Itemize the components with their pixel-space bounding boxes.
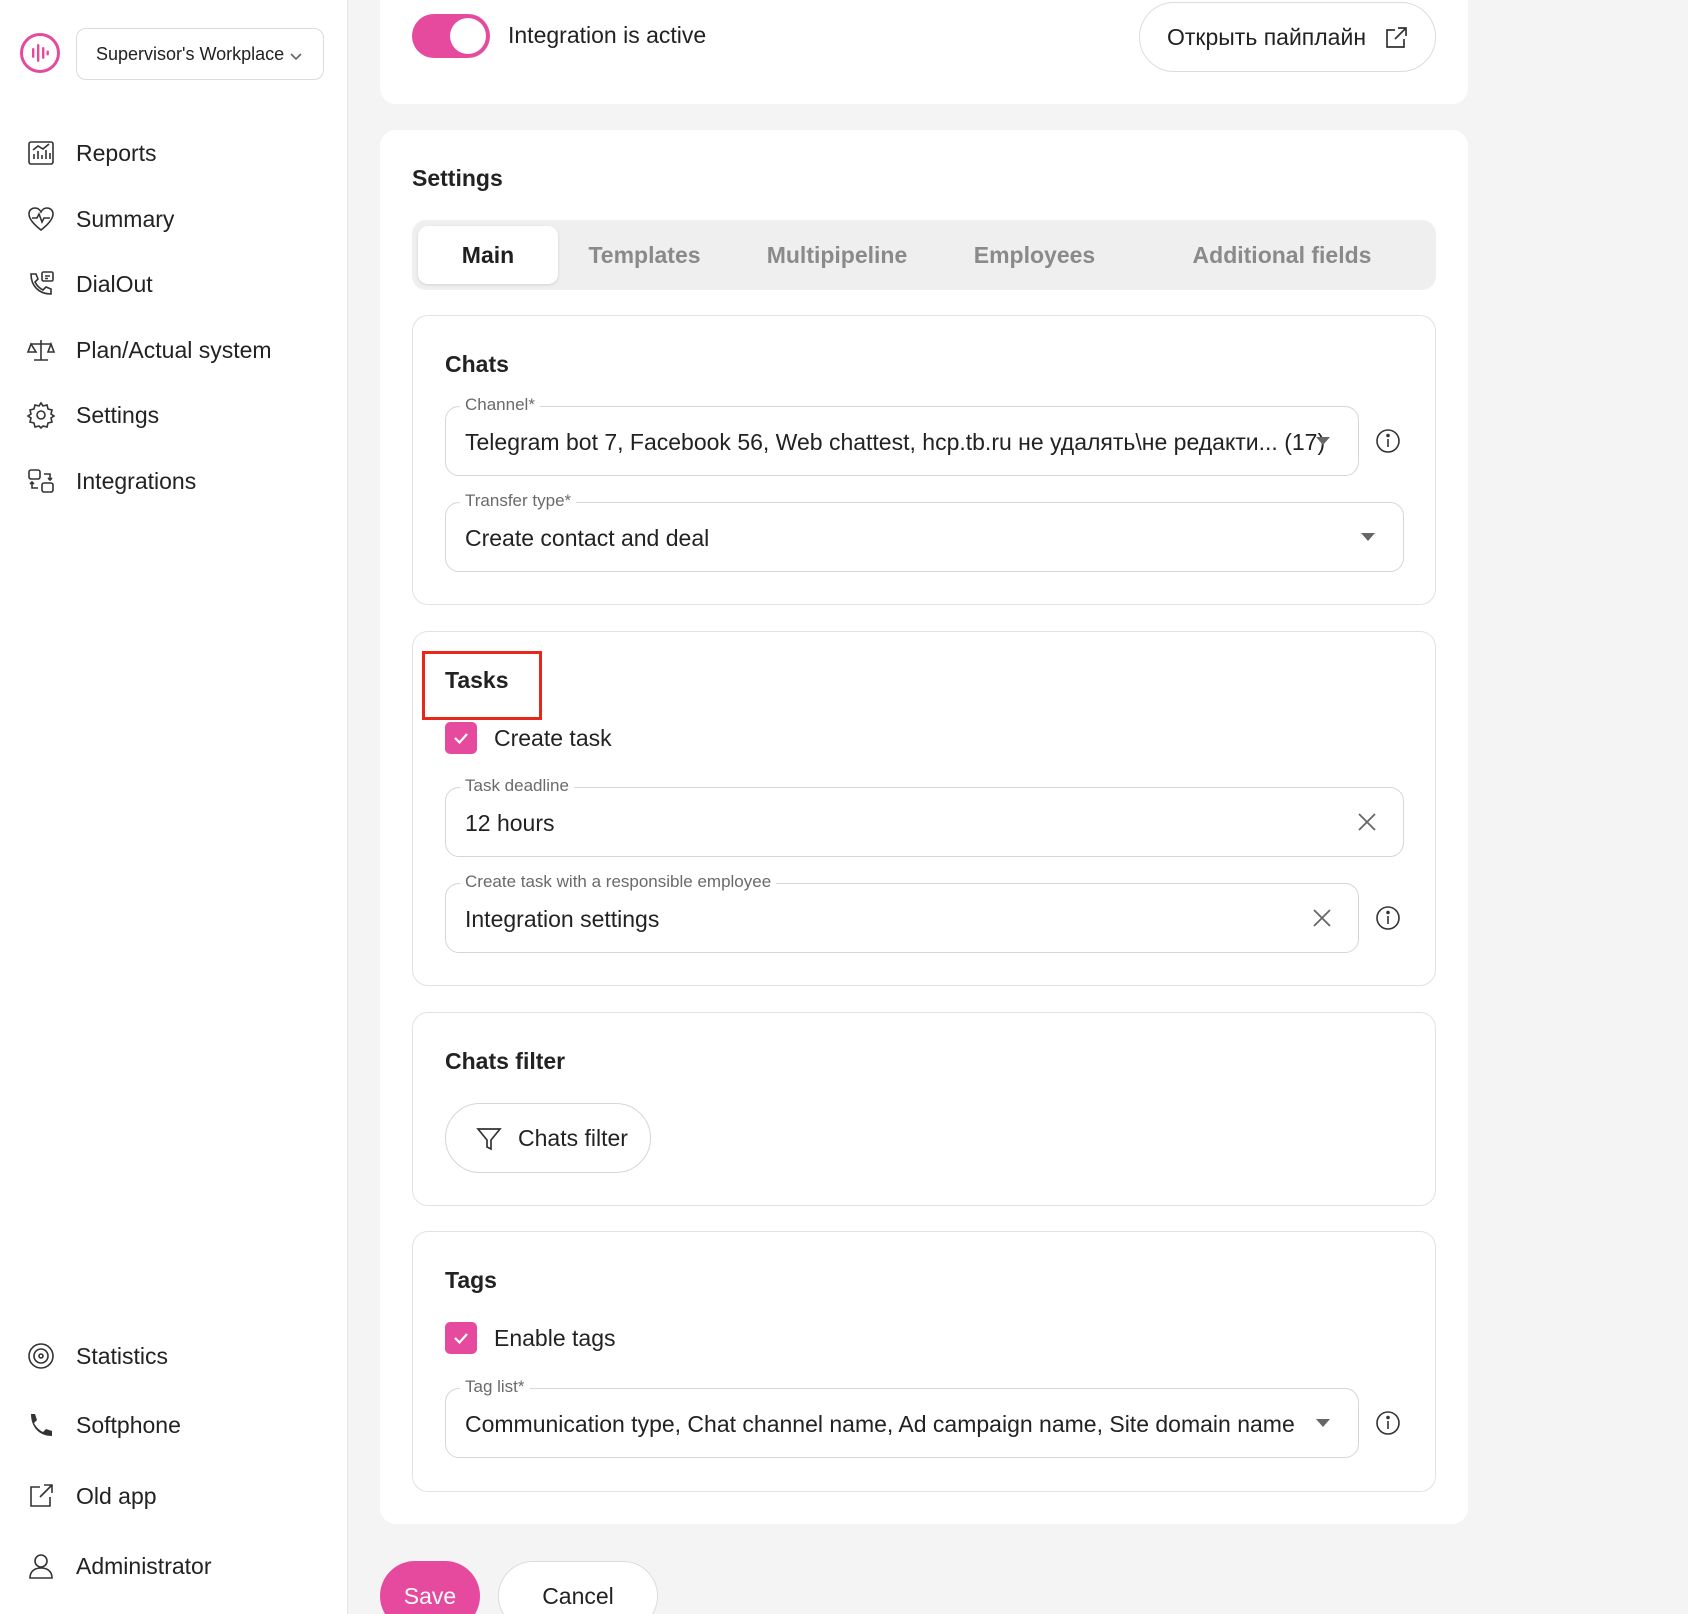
info-icon[interactable] xyxy=(1375,428,1401,454)
nav-item-administrator[interactable]: Administrator xyxy=(24,1546,211,1586)
enable-tags-label: Enable tags xyxy=(494,1325,616,1351)
integration-active-toggle[interactable] xyxy=(412,14,490,58)
nav-label: Integrations xyxy=(76,467,197,494)
info-icon[interactable] xyxy=(1375,905,1401,931)
integration-icon xyxy=(24,464,58,498)
nav-item-plan-actual[interactable]: Plan/Actual system xyxy=(24,330,272,370)
tab-employees[interactable]: Employees xyxy=(947,226,1122,284)
stats-icon xyxy=(24,1339,58,1373)
nav-item-settings[interactable]: Settings xyxy=(24,395,159,435)
check-icon xyxy=(454,733,468,745)
settings-card: Settings Main Templates Multipipeline Em… xyxy=(380,130,1468,1524)
create-task-label: Create task xyxy=(494,725,612,751)
chats-section: Chats Channel* Telegram bot 7, Facebook … xyxy=(412,315,1436,605)
tags-section: Tags Enable tags Tag list* Communication… xyxy=(412,1231,1436,1492)
close-icon[interactable] xyxy=(1311,907,1333,934)
chart-icon xyxy=(24,136,58,170)
nav-label: Old app xyxy=(76,1482,157,1509)
open-pipeline-label: Открыть пайплайн xyxy=(1167,23,1367,50)
settings-title: Settings xyxy=(412,165,503,191)
tasks-highlight-box xyxy=(422,651,542,720)
nav-label: Softphone xyxy=(76,1411,181,1438)
create-task-checkbox[interactable] xyxy=(445,722,477,754)
transfer-type-label: Transfer type* xyxy=(460,491,577,511)
phone-outgoing-icon xyxy=(24,267,58,301)
responsible-employee-field[interactable]: Create task with a responsible employee … xyxy=(445,872,1359,953)
save-button[interactable]: Save xyxy=(380,1561,480,1614)
open-pipeline-button[interactable]: Открыть пайплайн xyxy=(1139,2,1436,72)
toggle-knob xyxy=(450,18,486,54)
check-icon xyxy=(454,1333,468,1345)
chats-filter-button[interactable]: Chats filter xyxy=(445,1103,651,1173)
tab-additional-fields[interactable]: Additional fields xyxy=(1137,226,1427,284)
tag-list-label: Tag list* xyxy=(460,1377,530,1397)
transfer-type-select[interactable]: Transfer type* Create contact and deal xyxy=(445,491,1404,572)
close-icon[interactable] xyxy=(1356,811,1378,838)
responsible-employee-label: Create task with a responsible employee xyxy=(460,872,777,892)
responsible-employee-value: Integration settings xyxy=(465,906,660,932)
nav-label: Plan/Actual system xyxy=(76,336,272,363)
heart-pulse-icon xyxy=(24,202,58,236)
chats-section-title: Chats xyxy=(445,351,509,377)
chats-filter-button-label: Chats filter xyxy=(518,1124,628,1151)
channel-select[interactable]: Channel* Telegram bot 7, Facebook 56, We… xyxy=(445,395,1359,476)
nav-label: Settings xyxy=(76,401,160,428)
transfer-type-value: Create contact and deal xyxy=(465,525,710,551)
task-deadline-field[interactable]: Task deadline 12 hours xyxy=(445,776,1404,857)
caret-down-icon[interactable] xyxy=(1316,1419,1330,1427)
caret-down-icon[interactable] xyxy=(1361,533,1375,541)
external-link-icon xyxy=(24,1479,58,1513)
app-logo-icon[interactable] xyxy=(20,33,60,73)
nav-label: Summary xyxy=(76,205,175,232)
tab-templates[interactable]: Templates xyxy=(562,226,727,284)
chats-filter-section: Chats filter Chats filter xyxy=(412,1012,1436,1206)
integration-status-card: Integration is active Открыть пайплайн xyxy=(380,0,1468,104)
tasks-section: Tasks Create task Task deadline 12 hours… xyxy=(412,631,1436,986)
nav-item-statistics[interactable]: Statistics xyxy=(24,1336,168,1376)
workspace-name: Supervisor's Workplace xyxy=(96,43,285,64)
tag-list-value: Communication type, Chat channel name, A… xyxy=(465,1411,1295,1437)
cancel-button[interactable]: Cancel xyxy=(498,1561,658,1614)
info-icon[interactable] xyxy=(1375,1410,1401,1436)
nav-label: DialOut xyxy=(76,270,153,297)
nav-label: Administrator xyxy=(76,1552,212,1579)
nav-item-softphone[interactable]: Softphone xyxy=(24,1405,181,1445)
phone-icon xyxy=(24,1408,58,1442)
channel-label: Channel* xyxy=(460,395,540,415)
chats-filter-title: Chats filter xyxy=(445,1048,566,1074)
nav-item-summary[interactable]: Summary xyxy=(24,199,174,239)
nav-item-integrations[interactable]: Integrations xyxy=(24,461,196,501)
enable-tags-checkbox[interactable] xyxy=(445,1322,477,1354)
user-icon xyxy=(24,1549,58,1583)
workspace-selector[interactable]: Supervisor's Workplace xyxy=(76,28,324,80)
task-deadline-value: 12 hours xyxy=(465,810,555,836)
integration-active-label: Integration is active xyxy=(508,22,707,48)
scales-icon xyxy=(24,333,58,367)
tags-section-title: Tags xyxy=(445,1267,497,1293)
settings-tabs: Main Templates Multipipeline Employees A… xyxy=(412,220,1436,290)
nav-item-dialout[interactable]: DialOut xyxy=(24,264,153,304)
caret-down-icon[interactable] xyxy=(1316,437,1330,445)
sidebar: Supervisor's Workplace Reports Summary D… xyxy=(0,0,348,1614)
tab-main[interactable]: Main xyxy=(418,226,558,284)
external-link-icon xyxy=(1383,25,1409,57)
gear-icon xyxy=(24,398,58,432)
nav-label: Statistics xyxy=(76,1342,169,1369)
nav-label: Reports xyxy=(76,139,157,166)
chevron-down-icon xyxy=(289,47,303,68)
tab-multipipeline[interactable]: Multipipeline xyxy=(742,226,932,284)
filter-icon xyxy=(476,1126,502,1158)
task-deadline-label: Task deadline xyxy=(460,776,574,796)
tag-list-select[interactable]: Tag list* Communication type, Chat chann… xyxy=(445,1377,1359,1458)
nav-item-reports[interactable]: Reports xyxy=(24,133,157,173)
nav-item-old-app[interactable]: Old app xyxy=(24,1476,157,1516)
channel-value: Telegram bot 7, Facebook 56, Web chattes… xyxy=(465,429,1326,455)
